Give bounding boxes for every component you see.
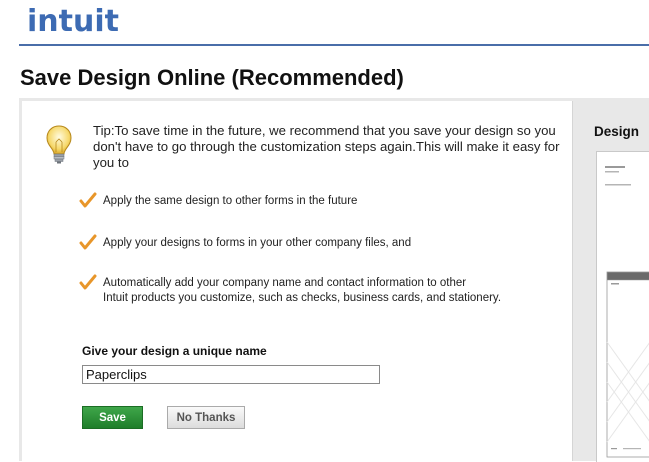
form-preview-graphic: [605, 166, 649, 458]
no-thanks-button[interactable]: No Thanks: [167, 406, 245, 429]
preview-title: Design: [594, 124, 640, 139]
design-name-label: Give your design a unique name: [82, 344, 267, 358]
benefit-item: Apply your designs to forms in your othe…: [79, 234, 559, 268]
benefit-text-line: Intuit products you customize, such as c…: [103, 291, 502, 304]
benefit-item: Apply the same design to other forms in …: [79, 192, 559, 226]
checkmark-icon: [79, 274, 97, 290]
lightbulb-icon: [46, 125, 72, 164]
benefit-item: Automatically add your company name and …: [79, 274, 559, 308]
page-title: Save Design Online (Recommended): [20, 65, 404, 90]
benefit-text-line: Automatically add your company name and …: [103, 277, 467, 289]
save-button[interactable]: Save: [82, 406, 143, 429]
tip-text: Tip:To save time in the future, we recom…: [93, 123, 560, 170]
design-preview-thumbnail: [596, 151, 649, 462]
benefit-text: Automatically add your company name and …: [103, 276, 563, 305]
intuit-logo: intuit: [27, 4, 119, 39]
design-name-input[interactable]: [82, 365, 380, 384]
benefit-text: Apply the same design to other forms in …: [103, 195, 358, 207]
checkmark-icon: [79, 192, 97, 208]
benefit-text: Apply your designs to forms in your othe…: [103, 237, 412, 249]
checkmark-icon: [79, 234, 97, 250]
header-divider: [19, 44, 649, 46]
